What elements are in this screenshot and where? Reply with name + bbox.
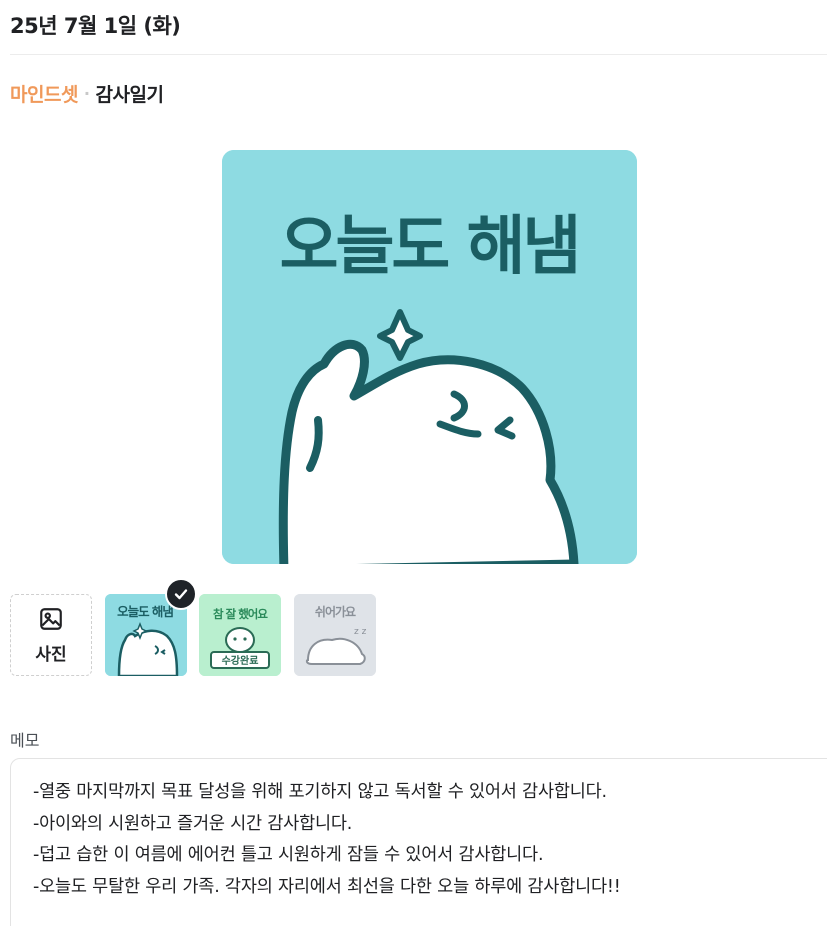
selected-sticker-image: 오늘도 해냄 bbox=[222, 150, 637, 564]
header-divider bbox=[10, 54, 827, 55]
breadcrumb-current-page: 감사일기 bbox=[95, 84, 164, 106]
svg-text:오늘도 해냄: 오늘도 해냄 bbox=[117, 604, 173, 619]
image-icon bbox=[40, 607, 62, 630]
breadcrumb: 마인드셋 · 감사일기 bbox=[10, 80, 164, 107]
breadcrumb-brand[interactable]: 마인드셋 bbox=[10, 80, 78, 107]
memo-line: -아이와의 시원하고 즐거운 시간 감사합니다. bbox=[33, 813, 353, 834]
sticker-option-well-done[interactable]: 참 잘 했어요 수강완료 bbox=[199, 594, 281, 676]
svg-text:수강완료: 수강완료 bbox=[222, 654, 259, 667]
sticker-thumbnail: 쉬어가요 z z bbox=[294, 594, 376, 676]
memo-line: -오늘도 무탈한 우리 가족. 각자의 자리에서 최선을 다한 오늘 하루에 감… bbox=[33, 876, 621, 897]
svg-text:참 잘 했어요: 참 잘 했어요 bbox=[213, 607, 268, 621]
memo-line: -열중 마지막까지 목표 달성을 위해 포기하지 않고 독서할 수 있어서 감사… bbox=[33, 782, 607, 802]
sticker-title-text: 오늘도 해냄 bbox=[280, 210, 579, 284]
memo-line: -덥고 습한 이 여름에 에어컨 틀고 시원하게 잠들 수 있어서 감사합니다. bbox=[33, 845, 544, 865]
sticker-illustration: 오늘도 해냄 bbox=[222, 150, 637, 564]
svg-text:z z: z z bbox=[354, 627, 367, 637]
add-photo-label: 사진 bbox=[35, 644, 67, 665]
add-photo-button[interactable]: 사진 bbox=[10, 594, 92, 676]
sticker-option-take-a-break[interactable]: 쉬어가요 z z bbox=[294, 594, 376, 676]
memo-label: 메모 bbox=[10, 731, 40, 750]
diary-entry-page: 25년 7월 1일 (화) 마인드셋 · 감사일기 오늘도 해냄 사진 오늘도 … bbox=[0, 0, 827, 926]
svg-text:쉬어가요: 쉬어가요 bbox=[315, 604, 356, 619]
sticker-thumbnail: 참 잘 했어요 수강완료 bbox=[199, 594, 281, 676]
breadcrumb-separator: · bbox=[83, 84, 90, 103]
check-icon bbox=[174, 589, 188, 600]
selected-check-badge bbox=[165, 578, 197, 610]
entry-date: 25년 7월 1일 (화) bbox=[10, 14, 181, 38]
memo-textarea[interactable]: -열중 마지막까지 목표 달성을 위해 포기하지 않고 독서할 수 있어서 감사… bbox=[10, 758, 827, 926]
